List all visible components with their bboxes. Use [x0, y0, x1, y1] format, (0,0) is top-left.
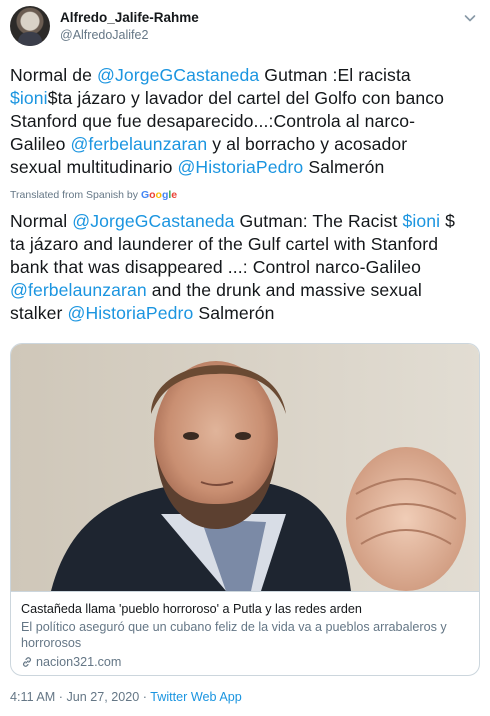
- tweet-timestamp[interactable]: 4:11 AM · Jun 27, 2020 ·: [10, 690, 150, 704]
- chevron-down-icon[interactable]: [462, 10, 478, 26]
- tweet-text-line: @ferbelaunzaran and the drunk and massiv…: [10, 279, 480, 302]
- mention-link[interactable]: @HistoriaPedro: [68, 303, 194, 323]
- tweet-text-segment: sexual multitudinario: [10, 157, 178, 177]
- tweet-meta: 4:11 AM · Jun 27, 2020 · Twitter Web App: [10, 690, 242, 704]
- tweet-text-segment: Stanford que fue desaparecido...:Control…: [10, 111, 416, 131]
- card-description-line: El político aseguró que un cubano feliz …: [21, 620, 447, 634]
- tweet-text-line: sexual multitudinario @HistoriaPedro Sal…: [10, 156, 480, 179]
- tweet-text-segment: Normal: [10, 211, 73, 231]
- google-logo: Google: [140, 189, 178, 201]
- cashtag-link[interactable]: $ioni: [10, 88, 48, 108]
- tweet-text-segment: y al borracho y acosador: [207, 134, 408, 154]
- tweet-text-line: Stanford que fue desaparecido...:Control…: [10, 110, 480, 133]
- card-description: El político aseguró que un cubano feliz …: [21, 619, 471, 651]
- cashtag-link[interactable]: $ioni: [402, 211, 440, 231]
- tweet-text-segment: Galileo: [10, 134, 71, 154]
- tweet-text-segment: and the drunk and massive sexual: [146, 280, 422, 300]
- mention-link[interactable]: @HistoriaPedro: [177, 157, 303, 177]
- card-description-line: horrorosos: [21, 636, 82, 650]
- tweet-text-line: stalker @HistoriaPedro Salmerón: [10, 302, 480, 325]
- tweet-source[interactable]: Twitter Web App: [150, 690, 241, 704]
- mention-link[interactable]: @JorgeGCastaneda: [72, 211, 234, 231]
- mention-link[interactable]: @JorgeGCastaneda: [97, 65, 259, 85]
- tweet-text-original: Normal de @JorgeGCastaneda Gutman :El ra…: [10, 64, 480, 179]
- tweet-text-line: ta jázaro and launderer of the Gulf cart…: [10, 233, 480, 256]
- card-image: [11, 344, 479, 591]
- tweet-text-segment: $: [440, 211, 456, 231]
- link-card[interactable]: Castañeda llama 'pueblo horroroso' a Put…: [10, 343, 480, 676]
- tweet-text-segment: bank that was disappeared ...: Control n…: [10, 257, 422, 277]
- tweet-text-segment: $ta jázaro y lavador del cartel del Golf…: [47, 88, 444, 108]
- author-handle[interactable]: @AlfredoJalife2: [60, 28, 148, 42]
- tweet-text-segment: Salmerón: [193, 303, 275, 323]
- tweet-text-translated: Normal @JorgeGCastaneda Gutman: The Raci…: [10, 210, 480, 325]
- tweet-text-line: Normal de @JorgeGCastaneda Gutman :El ra…: [10, 64, 480, 87]
- card-title[interactable]: Castañeda llama 'pueblo horroroso' a Put…: [21, 601, 471, 617]
- tweet-text-segment: Salmerón: [303, 157, 385, 177]
- tweet-text-line: Normal @JorgeGCastaneda Gutman: The Raci…: [10, 210, 480, 233]
- mention-link[interactable]: @ferbelaunzaran: [70, 134, 207, 154]
- tweet-text-segment: Normal de: [10, 65, 98, 85]
- translation-attribution: Translated from Spanish by Google: [10, 189, 177, 201]
- tweet-text-line: $ioni$ta jázaro y lavador del cartel del…: [10, 87, 480, 110]
- author-name[interactable]: Alfredo_Jalife-Rahme: [60, 10, 199, 25]
- tweet-text-segment: stalker: [10, 303, 68, 323]
- author-avatar[interactable]: [10, 6, 50, 46]
- tweet-text-segment: Gutman :El racista: [259, 65, 411, 85]
- mention-link[interactable]: @ferbelaunzaran: [10, 280, 147, 300]
- card-info: Castañeda llama 'pueblo horroroso' a Put…: [11, 591, 479, 675]
- card-domain: nacion321.com: [21, 654, 471, 670]
- tweet-header: Alfredo_Jalife-Rahme @AlfredoJalife2: [10, 6, 480, 50]
- tweet-text-line: bank that was disappeared ...: Control n…: [10, 256, 480, 279]
- link-icon: [23, 657, 31, 667]
- translated-from-label: Translated from Spanish by: [10, 189, 139, 201]
- tweet-text-segment: ta jázaro and launderer of the Gulf cart…: [10, 234, 439, 254]
- card-domain-text: nacion321.com: [36, 655, 122, 669]
- tweet-text-line: Galileo @ferbelaunzaran y al borracho y …: [10, 133, 480, 156]
- tweet-text-segment: Gutman: The Racist: [234, 211, 403, 231]
